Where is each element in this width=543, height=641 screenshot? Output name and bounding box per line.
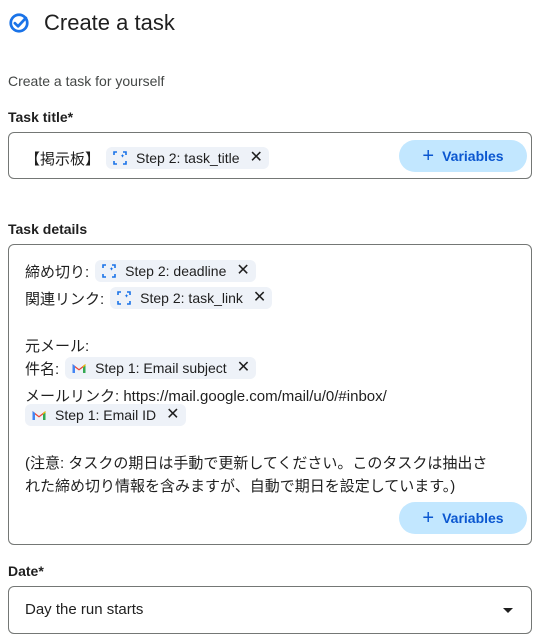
note-text: (注意: タスクの期日は手動で更新してください。このタスクは抽出さ れた締め切り… (25, 452, 535, 498)
variable-step-icon (113, 151, 127, 165)
tasks-check-icon (9, 13, 29, 33)
variable-step-icon (117, 291, 131, 305)
variable-chip[interactable]: Step 2: task_link ✕ (110, 287, 273, 309)
remove-chip-icon[interactable]: ✕ (166, 407, 179, 423)
variable-chip-label: Step 2: task_title (136, 150, 240, 166)
task-title-field[interactable]: 【掲示板】 Step 2: task_title ✕ + Variables (8, 132, 532, 179)
variable-chip[interactable]: Step 1: Email subject ✕ (65, 357, 257, 379)
task-details-field[interactable]: 締め切り: Step 2: deadline ✕ 関連リンク: Step 2: … (8, 244, 532, 545)
variable-chip[interactable]: Step 2: task_title ✕ (106, 147, 269, 169)
variable-chip-label: Step 1: Email ID (55, 407, 157, 423)
variable-chip-label: Step 1: Email subject (95, 360, 227, 376)
page-header: Create a task (8, 8, 175, 38)
date-select[interactable]: Day the run starts (8, 586, 532, 634)
page-subtitle: Create a task for yourself (8, 73, 165, 89)
variable-chip-label: Step 2: deadline (125, 263, 227, 279)
original-mail-line: 元メール: (25, 338, 90, 355)
variable-chip[interactable]: Step 2: deadline ✕ (95, 260, 256, 282)
gmail-icon (32, 411, 46, 420)
remove-chip-icon[interactable]: ✕ (253, 290, 266, 306)
variable-chip[interactable]: Step 1: Email ID ✕ (25, 404, 186, 426)
remove-chip-icon[interactable]: ✕ (236, 263, 249, 279)
variable-step-icon (102, 264, 116, 278)
note-line: れた締め切り情報を含みますが、自動で期日を設定しています。) (25, 478, 456, 495)
deadline-prefix: 締め切り: (25, 263, 90, 281)
task-title-label: Task title* (8, 109, 74, 125)
subject-prefix: 件名: (25, 360, 60, 378)
note-line: (注意: タスクの期日は手動で更新してください。このタスクは抽出さ (25, 455, 488, 472)
date-select-value: Day the run starts (25, 601, 144, 618)
dropdown-arrow-icon (503, 608, 513, 613)
plus-icon: + (422, 507, 435, 529)
remove-chip-icon[interactable]: ✕ (237, 360, 250, 376)
mail-link-line: メールリンク: https://mail.google.com/mail/u/0… (25, 388, 387, 405)
task-title-prefix: 【掲示板】 (25, 150, 101, 168)
variable-chip-label: Step 2: task_link (140, 290, 243, 306)
variables-button[interactable]: + Variables (399, 502, 527, 534)
date-label: Date* (8, 563, 44, 579)
link-prefix: 関連リンク: (25, 290, 105, 308)
gmail-icon (72, 364, 86, 373)
remove-chip-icon[interactable]: ✕ (250, 150, 263, 166)
task-details-label: Task details (8, 221, 88, 237)
page-title: Create a task (44, 10, 175, 35)
plus-icon: + (422, 145, 435, 167)
variables-button[interactable]: + Variables (399, 140, 527, 172)
